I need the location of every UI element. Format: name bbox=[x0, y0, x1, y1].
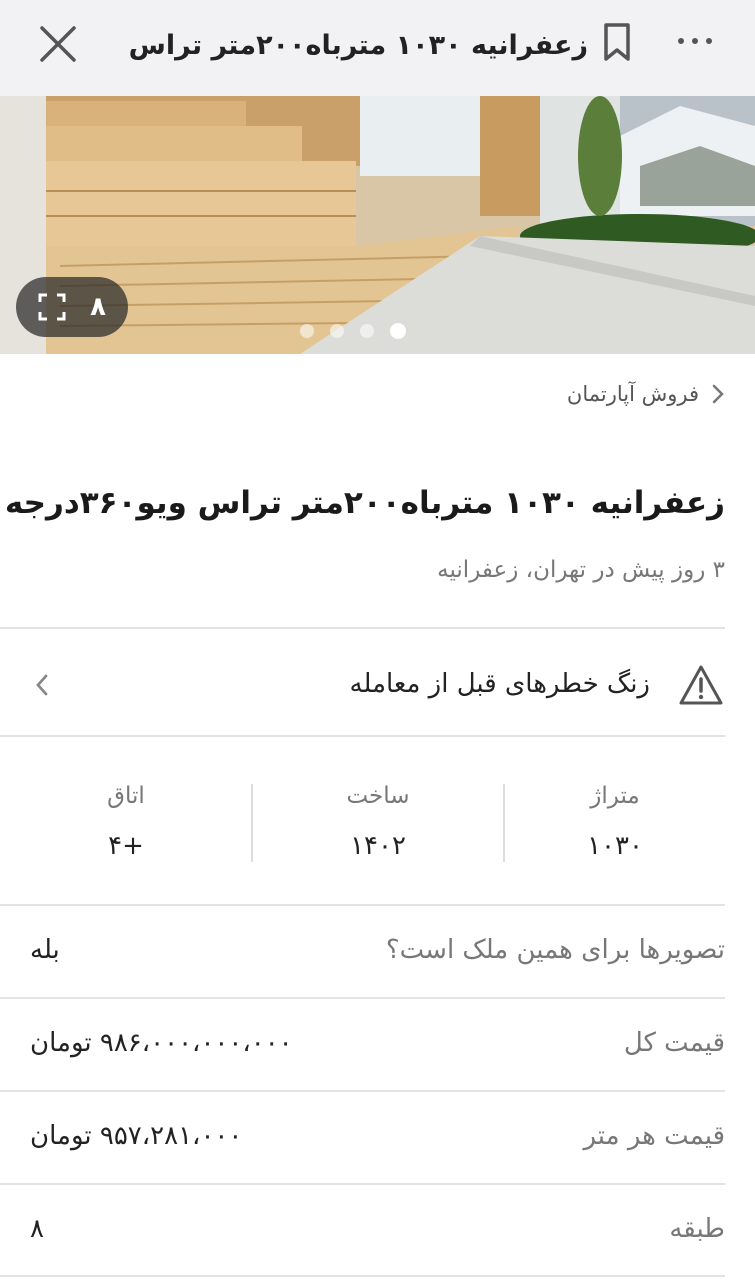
chevron-right-icon bbox=[712, 384, 724, 404]
carousel-dot-active[interactable] bbox=[390, 323, 406, 339]
breadcrumb[interactable]: فروش آپارتمان bbox=[480, 374, 725, 414]
detail-label: قیمت هر متر bbox=[583, 1121, 725, 1151]
stat-value: +۴ bbox=[108, 831, 144, 861]
stat-value: ۱۰۳۰ bbox=[587, 831, 643, 861]
risk-alerts-row[interactable]: زنگ خطرهای قبل از معامله bbox=[0, 632, 755, 736]
close-icon bbox=[40, 26, 76, 62]
stat-value: ۱۴۰۲ bbox=[350, 831, 406, 861]
detail-row-floor: طبقه ۸ bbox=[0, 1185, 755, 1275]
divider bbox=[0, 627, 725, 629]
divider bbox=[0, 735, 725, 737]
detail-value: ۹۵۷،۲۸۱،۰۰۰ تومان bbox=[30, 1121, 243, 1151]
listing-image-carousel[interactable]: ۸ bbox=[0, 96, 755, 354]
carousel-dot[interactable] bbox=[300, 324, 314, 338]
key-stats: متراژ ۱۰۳۰ ساخت ۱۴۰۲ اتاق +۴ bbox=[0, 760, 755, 880]
detail-value: ۹۸۶،۰۰۰،۰۰۰،۰۰۰ تومان bbox=[30, 1028, 293, 1058]
top-bar: زعفرانیه ۱۰۳۰ متر‌باه۲۰۰متر تراس وی... bbox=[0, 0, 755, 96]
detail-value: بله bbox=[30, 935, 60, 965]
gallery-fullscreen-button[interactable]: ۸ bbox=[16, 277, 128, 337]
risk-alerts-label: زنگ خطرهای قبل از معامله bbox=[349, 669, 650, 699]
close-button[interactable] bbox=[36, 22, 80, 66]
bookmark-button[interactable] bbox=[600, 22, 634, 62]
detail-row-total-price: قیمت کل ۹۸۶،۰۰۰،۰۰۰،۰۰۰ تومان bbox=[0, 999, 755, 1089]
detail-label: طبقه bbox=[669, 1214, 725, 1244]
bookmark-icon bbox=[604, 23, 630, 61]
detail-value: ۸ bbox=[30, 1214, 44, 1244]
image-count: ۸ bbox=[90, 292, 106, 322]
stat-area: متراژ ۱۰۳۰ bbox=[495, 778, 735, 868]
detail-label: قیمت کل bbox=[623, 1028, 725, 1058]
divider bbox=[0, 1275, 725, 1277]
fullscreen-icon bbox=[38, 293, 66, 321]
detail-label: تصویرها برای همین ملک است؟ bbox=[385, 935, 725, 965]
stat-rooms: اتاق +۴ bbox=[6, 778, 246, 868]
carousel-dot[interactable] bbox=[360, 324, 374, 338]
more-options-button[interactable] bbox=[672, 26, 718, 56]
breadcrumb-label[interactable]: فروش آپارتمان bbox=[567, 382, 699, 406]
chevron-left-icon bbox=[36, 674, 48, 696]
top-bar-title: زعفرانیه ۱۰۳۰ متر‌باه۲۰۰متر تراس وی... bbox=[118, 30, 588, 61]
stat-separator bbox=[503, 784, 505, 862]
carousel-dot[interactable] bbox=[330, 324, 344, 338]
more-horizontal-icon bbox=[678, 38, 684, 44]
detail-row-price-per-meter: قیمت هر متر ۹۵۷،۲۸۱،۰۰۰ تومان bbox=[0, 1092, 755, 1182]
stat-year-built: ساخت ۱۴۰۲ bbox=[258, 778, 498, 868]
stat-label: ساخت bbox=[346, 783, 410, 809]
stat-label: اتاق bbox=[107, 783, 145, 809]
listing-title: زعفرانیه ۱۰۳۰ متر‌باه۲۰۰متر تراس ویو۳۶۰د… bbox=[4, 485, 725, 521]
stat-label: متراژ bbox=[590, 783, 640, 809]
carousel-dots bbox=[300, 323, 406, 339]
warning-triangle-icon bbox=[679, 665, 723, 705]
listing-subtitle: ۳ روز پیش در تهران، زعفرانیه bbox=[437, 557, 725, 583]
detail-row-photos-authentic: تصویرها برای همین ملک است؟ بله bbox=[0, 906, 755, 996]
stat-separator bbox=[251, 784, 253, 862]
